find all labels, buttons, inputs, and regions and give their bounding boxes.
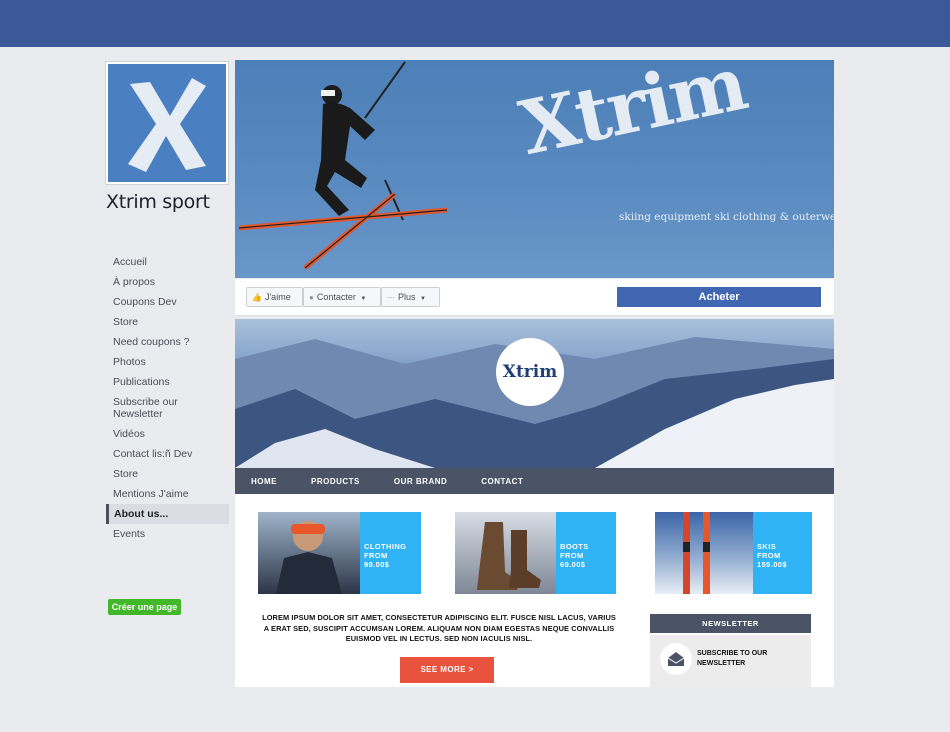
cover-photo[interactable]: Xtrim skiing equipment ski clothing & ou… — [235, 60, 834, 278]
product-label-boots: BOOTS FROM 69.00$ — [556, 512, 616, 594]
menu-home[interactable]: HOME — [251, 477, 277, 486]
product-card-clothing[interactable]: CLOTHING FROM 99.00$ — [258, 512, 421, 594]
mountain-hero-image: Xtrim — [235, 319, 834, 468]
product-label-skis: SKIS FROM 159.00$ — [753, 512, 812, 594]
profile-picture[interactable] — [106, 62, 228, 184]
site-menu: HOME PRODUCTS OUR BRAND CONTACT — [235, 468, 834, 494]
product-price: 99.00$ — [364, 560, 390, 569]
contact-label: Contacter — [316, 292, 356, 302]
buy-button[interactable]: Acheter — [617, 287, 821, 307]
nav-item-videos[interactable]: Vidéos — [106, 424, 229, 444]
ellipsis-icon: ⋯ — [387, 293, 395, 302]
nav-item-photos[interactable]: Photos — [106, 352, 229, 372]
site-logo[interactable]: Xtrim — [496, 338, 564, 406]
boots-illustration — [477, 522, 541, 590]
product-from: FROM — [757, 551, 781, 560]
nav-item-about-us[interactable]: About us... — [106, 504, 229, 524]
nav-item-contact-dev[interactable]: Contact lis:ñ Dev — [106, 444, 229, 464]
xtrim-logo-icon — [128, 78, 206, 172]
nav-item-about[interactable]: À propos — [106, 272, 229, 292]
product-name: SKIS — [757, 542, 777, 551]
product-photo-clothing — [258, 512, 360, 594]
nav-item-subscribe-newsletter[interactable]: Subscribe our Newsletter — [106, 392, 229, 424]
product-from: FROM — [560, 551, 584, 560]
cover-tagline: skiing equipment ski clothing & outerwea… — [619, 211, 834, 223]
product-photo-skis — [655, 512, 753, 594]
thumbs-up-icon: 👍 — [252, 293, 262, 302]
product-label-clothing: CLOTHING FROM 99.00$ — [360, 512, 421, 594]
contact-button[interactable]: ● Contacter ▼ — [303, 287, 381, 307]
facebook-top-bar — [0, 0, 950, 47]
skis-illustration — [683, 512, 710, 594]
intro-text: LOREM IPSUM DOLOR SIT AMET, CONSECTETUR … — [262, 613, 616, 643]
nav-item-store-2[interactable]: Store — [106, 464, 229, 484]
newsletter-header: NEWSLETTER — [650, 614, 811, 633]
chevron-down-icon: ▼ — [360, 296, 367, 302]
nav-item-coupons-dev[interactable]: Coupons Dev — [106, 292, 229, 312]
newsletter-box[interactable]: SUBSCRIBE TO OUR NEWSLETTER — [650, 635, 811, 687]
skier-jacket-illustration — [276, 521, 342, 594]
product-from: FROM — [364, 551, 388, 560]
envelope-icon — [660, 643, 692, 675]
like-button[interactable]: 👍 J'aime — [246, 287, 303, 307]
create-page-button[interactable]: Créer une page — [108, 599, 181, 615]
product-card-skis[interactable]: SKIS FROM 159.00$ — [655, 512, 812, 594]
nav-item-likes[interactable]: Mentions J'aime — [106, 484, 229, 504]
nav-item-publications[interactable]: Publications — [106, 372, 229, 392]
more-button[interactable]: ⋯ Plus ▼ — [381, 287, 440, 307]
nav-item-store[interactable]: Store — [106, 312, 229, 332]
nav-item-home[interactable]: Accueil — [106, 252, 229, 272]
more-label: Plus — [398, 292, 416, 302]
menu-contact[interactable]: CONTACT — [481, 477, 523, 486]
product-name: CLOTHING — [364, 542, 407, 551]
page-nav: Accueil À propos Coupons Dev Store Need … — [106, 252, 229, 544]
shop-tab-content: Xtrim HOME PRODUCTS OUR BRAND CONTACT CL… — [235, 319, 834, 687]
page-action-bar: 👍 J'aime ● Contacter ▼ ⋯ Plus ▼ Acheter — [235, 279, 834, 316]
menu-our-brand[interactable]: OUR BRAND — [394, 477, 447, 486]
page-name[interactable]: Xtrim sport — [106, 191, 210, 213]
nav-item-events[interactable]: Events — [106, 524, 229, 544]
product-card-boots[interactable]: BOOTS FROM 69.00$ — [455, 512, 616, 594]
product-price: 159.00$ — [757, 560, 787, 569]
newsletter-text[interactable]: SUBSCRIBE TO OUR NEWSLETTER — [697, 649, 797, 669]
chat-icon: ● — [309, 293, 314, 302]
product-name: BOOTS — [560, 542, 589, 551]
see-more-button[interactable]: SEE MORE > — [400, 657, 494, 683]
chevron-down-icon: ▼ — [420, 296, 426, 302]
menu-products[interactable]: PRODUCTS — [311, 477, 360, 486]
product-photo-boots — [455, 512, 556, 594]
nav-item-need-coupons[interactable]: Need coupons ? — [106, 332, 229, 352]
product-price: 69.00$ — [560, 560, 586, 569]
like-label: J'aime — [264, 292, 291, 302]
